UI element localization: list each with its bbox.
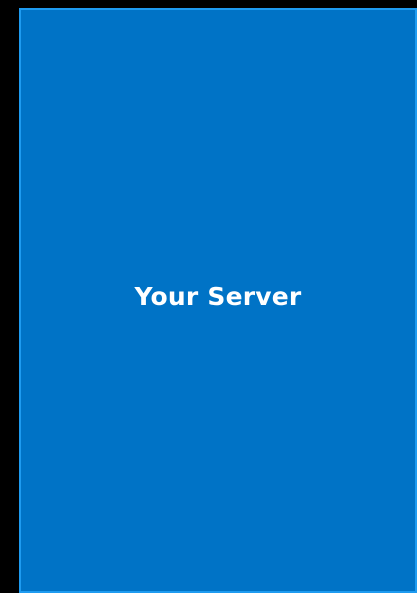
- server-label: Your Server: [134, 282, 302, 311]
- server-box: Your Server: [19, 8, 417, 593]
- diagram-canvas: Your Server: [0, 0, 417, 593]
